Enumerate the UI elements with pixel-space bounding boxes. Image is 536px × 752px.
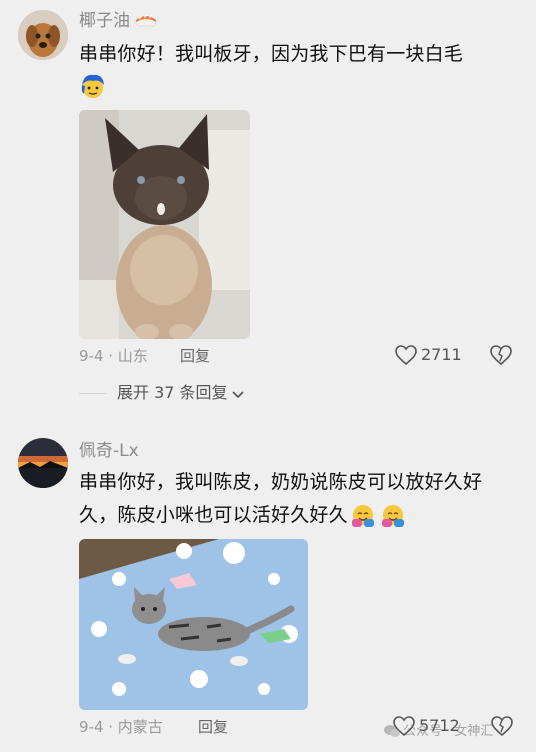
expand-replies-button[interactable]: 展开 37 条回复 <box>117 382 245 404</box>
dislike-button[interactable] <box>489 344 513 370</box>
reply-button[interactable]: 回复 <box>180 345 210 367</box>
divider <box>79 393 106 394</box>
chevron-down-icon <box>231 386 245 400</box>
comment-text-line2-row: 久，陈皮小咪也可以活好久好久 <box>79 499 406 532</box>
sushi-icon <box>135 12 157 28</box>
reply-button[interactable]: 回复 <box>198 716 228 738</box>
like-button[interactable]: 2711 <box>394 344 462 366</box>
comment-text-line1: 串串你好，我叫陈皮，奶奶说陈皮可以放好久好 <box>79 471 483 493</box>
comment-text: 串串你好！我叫板牙，因为我下巴有一块白毛 <box>79 43 464 65</box>
watermark: 公众号 · 女神汇 <box>384 720 493 739</box>
comment-meta: 9-4 · 山东 <box>79 347 148 365</box>
hugging-face-icon <box>380 503 406 529</box>
expand-replies-label: 展开 37 条回复 <box>117 383 228 402</box>
hugging-face-icon <box>350 503 376 529</box>
avatar[interactable] <box>18 10 68 60</box>
avatar[interactable] <box>18 438 68 488</box>
watermark-text: 公众号 · 女神汇 <box>403 724 494 739</box>
kitten-photo[interactable] <box>79 539 308 710</box>
like-count: 2711 <box>421 345 462 364</box>
username[interactable]: 佩奇-Lx <box>79 440 139 462</box>
broken-heart-icon <box>489 344 513 366</box>
cat-photo[interactable] <box>79 110 250 339</box>
username[interactable]: 椰子油 <box>79 11 130 31</box>
broken-heart-icon <box>490 715 514 737</box>
dislike-button[interactable] <box>490 715 514 741</box>
wechat-icon <box>384 723 400 737</box>
blue-hair-face-icon <box>79 72 107 104</box>
username-row: 椰子油 <box>79 10 157 32</box>
heart-icon <box>394 344 418 366</box>
comment-text-line2: 久，陈皮小咪也可以活好久好久 <box>79 504 348 526</box>
comment-meta: 9-4 · 内蒙古 <box>79 718 163 736</box>
